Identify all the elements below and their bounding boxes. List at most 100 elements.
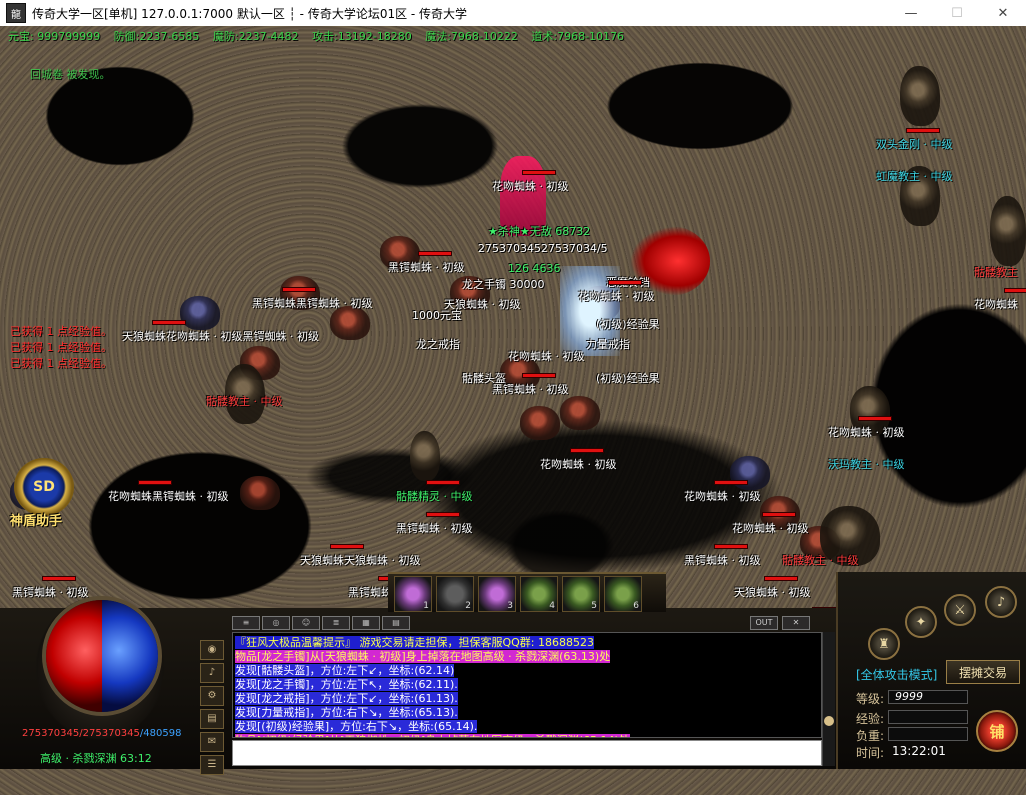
spider-sprite[interactable]: [520, 406, 560, 440]
spider-sprite[interactable]: [330, 306, 370, 340]
world-label[interactable]: 骷髅教主: [974, 264, 1018, 280]
world-label[interactable]: 1000元宝: [412, 307, 462, 323]
skill-button[interactable]: ✦: [905, 606, 937, 638]
world-label[interactable]: 黑锷蜘蛛 · 初级: [684, 552, 761, 568]
chat-tab[interactable]: ≣: [322, 616, 350, 630]
scroll-knob[interactable]: [824, 716, 834, 726]
spider-sprite[interactable]: [240, 476, 280, 510]
world-label[interactable]: 骷髅教主 · 中级: [206, 393, 283, 409]
attack-mode[interactable]: [全体攻击模式]: [856, 666, 937, 683]
monster-hp-bar: [522, 373, 556, 378]
window-title: 传奇大学一区[单机] 127.0.0.1:7000 默认一区 ┆ - 传奇大学论…: [32, 6, 468, 21]
skill-slot[interactable]: 3: [478, 576, 516, 612]
side-button[interactable]: ♪: [200, 663, 224, 683]
world-label[interactable]: 沃玛教主 · 中级: [828, 456, 905, 472]
world-label[interactable]: 天狼蜘蛛天狼蜘蛛 · 初级: [300, 552, 421, 568]
weight-label: 负重:: [856, 729, 885, 743]
world-label[interactable]: 龙之手镯 30000: [462, 276, 545, 292]
monster-hp-bar: [858, 416, 892, 421]
world-label[interactable]: 骷髅精灵 · 中级: [396, 488, 473, 504]
exp-label: 经验:: [856, 712, 885, 726]
world-label[interactable]: (初级)经验果: [596, 370, 660, 386]
map-location: 高级 · 杀戮深渊 63:12: [40, 752, 152, 765]
shop-button[interactable]: 铺: [976, 710, 1018, 752]
time-label: 时间:: [856, 746, 885, 760]
shield-helper-icon[interactable]: SD: [14, 458, 74, 516]
chat-tab[interactable]: ◎: [262, 616, 290, 630]
world-label[interactable]: 双头金刚 · 中级: [876, 136, 953, 152]
world-label[interactable]: 龙之戒指: [416, 336, 460, 352]
monster-hp-bar: [762, 512, 796, 517]
world-label[interactable]: 花吻蜘蛛 · 初级: [540, 456, 617, 472]
world-label[interactable]: 黑锷蜘蛛 · 初级: [388, 259, 465, 275]
chat-tab[interactable]: ☺: [292, 616, 320, 630]
world-label[interactable]: 花吻蜘蛛: [974, 296, 1018, 312]
chat-out-button[interactable]: OUT: [750, 616, 778, 630]
mp-value: /480598: [139, 728, 182, 739]
boss-sprite[interactable]: [990, 196, 1026, 266]
world-label[interactable]: 黑锷蜘蛛 · 初级: [396, 520, 473, 536]
close-button[interactable]: ✕: [980, 0, 1026, 26]
chat-tab[interactable]: ▦: [352, 616, 380, 630]
sound-button[interactable]: ♪: [985, 586, 1017, 618]
side-button[interactable]: ▤: [200, 709, 224, 729]
chat-tabs: ≡ ◎ ☺ ≣ ▦ ▤: [232, 616, 410, 630]
minimize-button[interactable]: —: [888, 0, 934, 26]
chat-input[interactable]: [232, 740, 822, 766]
world-label[interactable]: ★杀神★无敌 68732: [488, 223, 590, 239]
world-label[interactable]: 花吻蜘蛛黑锷蜘蛛 · 初级: [108, 488, 229, 504]
world-label[interactable]: (初级)经验果: [596, 316, 660, 332]
tao-stat: 道术:7968-10176: [531, 30, 625, 43]
chat-tab[interactable]: ≡: [232, 616, 260, 630]
skill-slot[interactable]: 2: [436, 576, 474, 612]
side-button[interactable]: ✉: [200, 732, 224, 752]
side-buttons: ◉ ♪ ⚙ ▤ ✉ ☰: [200, 640, 226, 775]
skeleton-elf-sprite[interactable]: [410, 431, 440, 481]
window-controls: — ☐ ✕: [888, 0, 1026, 26]
world-label[interactable]: 126 4636: [508, 262, 561, 275]
boss-sprite[interactable]: [900, 66, 940, 126]
spider-sprite[interactable]: [180, 296, 220, 330]
chat-line: 发现[(初级)经验果]，方位:右下↘，坐标:(65.14).: [235, 720, 478, 733]
world-label[interactable]: 骷髅教主 · 中级: [782, 552, 859, 568]
world-label[interactable]: 天狼蜘蛛花吻蜘蛛 · 初级黑锷蜘蛛 · 初级: [122, 328, 319, 344]
world-label[interactable]: 花吻蜘蛛 · 初级: [732, 520, 809, 536]
world-label[interactable]: 力量戒指: [586, 336, 630, 352]
spider-sprite[interactable]: [560, 396, 600, 430]
world-label[interactable]: 花吻蜘蛛 · 初级: [684, 488, 761, 504]
world-label[interactable]: 花吻蜘蛛 · 初级: [828, 424, 905, 440]
app-icon: 龍: [6, 3, 26, 23]
side-button[interactable]: ⚙: [200, 686, 224, 706]
world-label[interactable]: 黑锷蜘蛛黑锷蜘蛛 · 初级: [252, 295, 373, 311]
slot-number: 1: [423, 601, 429, 611]
world-label[interactable]: 虹魔教主 · 中级: [876, 168, 953, 184]
chat-close-button[interactable]: ✕: [782, 616, 810, 630]
skill-slot[interactable]: 5: [562, 576, 600, 612]
world-label[interactable]: 27537034527537034/5: [478, 242, 608, 255]
skill-slot[interactable]: 6: [604, 576, 642, 612]
logo-emblem: SD: [33, 479, 55, 495]
maximize-button: ☐: [951, 5, 963, 21]
stall-trade-button[interactable]: 摆摊交易: [946, 660, 1020, 684]
skill-slot[interactable]: 4: [520, 576, 558, 612]
world-label[interactable]: 花吻蜘蛛 · 初级: [492, 178, 569, 194]
slot-number: 5: [591, 601, 597, 611]
level-label: 等级:: [856, 692, 885, 706]
guild-button[interactable]: ♜: [868, 628, 900, 660]
world-label[interactable]: 天狼蜘蛛 · 初级: [734, 584, 811, 600]
monster-hp-bar: [330, 544, 364, 549]
monster-hp-bar: [522, 170, 556, 175]
world-label[interactable]: 花吻蜘蛛 · 初级: [508, 348, 585, 364]
hp-readout: 275370345/275370345/480598: [22, 728, 181, 739]
world-label[interactable]: 花吻蜘蛛 · 初级: [578, 288, 655, 304]
xp-message: 已获得 1 点经验值。: [10, 341, 112, 354]
chat-tab[interactable]: ▤: [382, 616, 410, 630]
world-label[interactable]: 黑锷蜘蛛 · 初级: [492, 381, 569, 397]
monster-hp-bar: [138, 480, 172, 485]
chat-scrollbar[interactable]: [822, 632, 835, 766]
exp-bar: [888, 710, 968, 724]
battle-button[interactable]: ⚔: [944, 594, 976, 626]
side-button[interactable]: ◉: [200, 640, 224, 660]
skill-slot[interactable]: 1: [394, 576, 432, 612]
side-button[interactable]: ☰: [200, 755, 224, 775]
